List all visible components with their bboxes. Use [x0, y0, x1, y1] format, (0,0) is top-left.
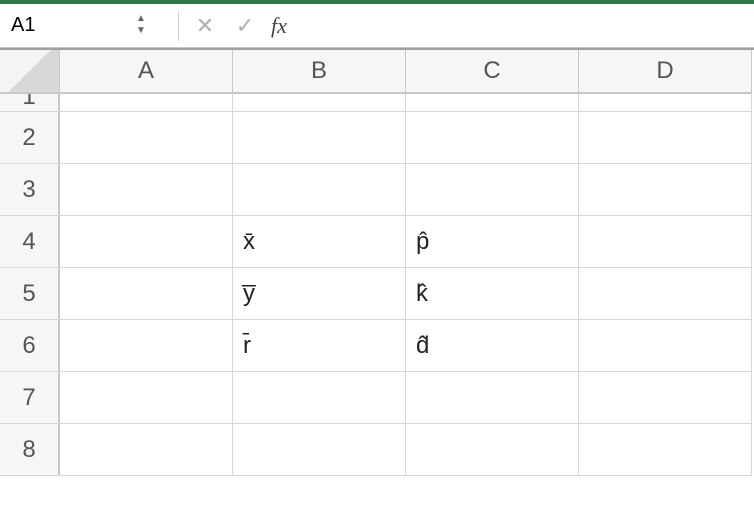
cell-A3[interactable] — [60, 164, 233, 216]
accept-formula-button[interactable]: ✓ — [231, 12, 259, 40]
cell-B5[interactable]: y̅ — [233, 268, 406, 320]
column-header-C[interactable]: C — [406, 50, 579, 94]
cell-D2[interactable] — [579, 112, 752, 164]
cell-B8[interactable] — [233, 424, 406, 476]
cell-C4[interactable]: p̂ — [406, 216, 579, 268]
cell-A8[interactable] — [60, 424, 233, 476]
cell-C5[interactable]: k̂ — [406, 268, 579, 320]
row-header-1[interactable]: 1 — [0, 94, 60, 112]
separator — [178, 11, 179, 41]
cell-A4[interactable] — [60, 216, 233, 268]
row-7: 7 — [0, 372, 754, 424]
cell-D6[interactable] — [579, 320, 752, 372]
cell-C2[interactable] — [406, 112, 579, 164]
row-header-2[interactable]: 2 — [0, 112, 60, 164]
row-6: 6 r̄ d̂ — [0, 320, 754, 372]
row-1: 1 — [0, 94, 754, 112]
row-header-5[interactable]: 5 — [0, 268, 60, 320]
cell-reference-input[interactable] — [6, 11, 130, 41]
cell-D7[interactable] — [579, 372, 752, 424]
cell-A7[interactable] — [60, 372, 233, 424]
cell-A6[interactable] — [60, 320, 233, 372]
column-header-D[interactable]: D — [579, 50, 752, 94]
cancel-formula-button[interactable]: ✕ — [191, 12, 219, 40]
cell-D8[interactable] — [579, 424, 752, 476]
column-headers: A B C D — [0, 50, 754, 94]
cell-B4[interactable]: x̄ — [233, 216, 406, 268]
cell-C8[interactable] — [406, 424, 579, 476]
grid-rows: 1 2 3 4 x̄ p̂ 5 — [0, 94, 754, 476]
formula-input[interactable] — [305, 11, 748, 41]
cell-C6[interactable]: d̂ — [406, 320, 579, 372]
row-header-6[interactable]: 6 — [0, 320, 60, 372]
cell-B6[interactable]: r̄ — [233, 320, 406, 372]
row-header-7[interactable]: 7 — [0, 372, 60, 424]
cell-B1[interactable] — [233, 94, 406, 112]
cell-C1[interactable] — [406, 94, 579, 112]
cell-A2[interactable] — [60, 112, 233, 164]
cell-D1[interactable] — [579, 94, 752, 112]
cell-C3[interactable] — [406, 164, 579, 216]
column-header-B[interactable]: B — [233, 50, 406, 94]
cell-A5[interactable] — [60, 268, 233, 320]
column-header-A[interactable]: A — [60, 50, 233, 94]
cell-A1[interactable] — [60, 94, 233, 112]
cell-C7[interactable] — [406, 372, 579, 424]
spreadsheet-grid: A B C D 1 2 3 4 x̄ p — [0, 48, 754, 520]
row-4: 4 x̄ p̂ — [0, 216, 754, 268]
spinner-up-icon[interactable]: ▲ — [134, 15, 148, 25]
row-8: 8 — [0, 424, 754, 476]
formula-bar: ▲ ▼ ✕ ✓ fx — [0, 0, 754, 48]
cell-D4[interactable] — [579, 216, 752, 268]
accept-icon: ✓ — [236, 13, 254, 39]
row-header-8[interactable]: 8 — [0, 424, 60, 476]
cancel-icon: ✕ — [196, 13, 214, 39]
select-all-corner[interactable] — [0, 50, 60, 94]
cell-D3[interactable] — [579, 164, 752, 216]
row-3: 3 — [0, 164, 754, 216]
row-5: 5 y̅ k̂ — [0, 268, 754, 320]
fx-label[interactable]: fx — [271, 13, 287, 39]
cell-B2[interactable] — [233, 112, 406, 164]
row-header-3[interactable]: 3 — [0, 164, 60, 216]
cell-B3[interactable] — [233, 164, 406, 216]
reference-spinner: ▲ ▼ — [134, 15, 148, 37]
cell-B7[interactable] — [233, 372, 406, 424]
row-2: 2 — [0, 112, 754, 164]
row-header-4[interactable]: 4 — [0, 216, 60, 268]
cell-reference-box: ▲ ▼ — [6, 11, 166, 41]
spinner-down-icon[interactable]: ▼ — [134, 27, 148, 37]
cell-D5[interactable] — [579, 268, 752, 320]
